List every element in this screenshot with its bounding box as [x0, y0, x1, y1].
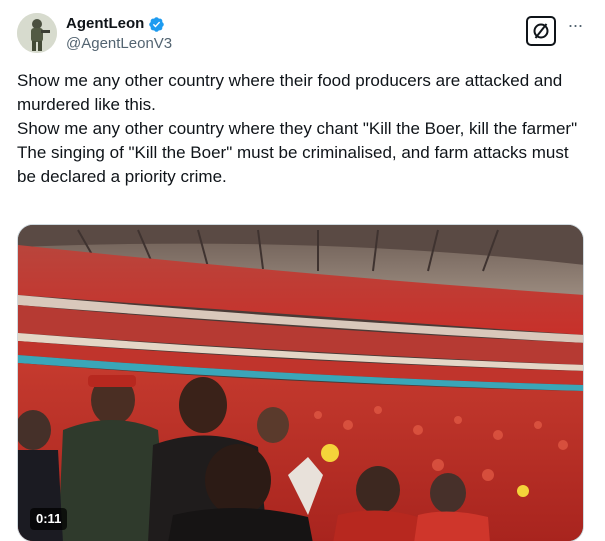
- video-thumbnail: [18, 225, 583, 541]
- avatar[interactable]: [17, 13, 57, 53]
- more-icon[interactable]: ···: [565, 16, 585, 40]
- author-name-row: AgentLeon: [66, 15, 165, 33]
- author-handle[interactable]: @AgentLeonV3: [66, 35, 172, 53]
- video-duration-badge: 0:11: [30, 508, 68, 530]
- tweet-text: Show me any other country where their fo…: [17, 69, 592, 189]
- video-player[interactable]: 0:11: [17, 224, 584, 541]
- tweet-line: The singing of "Kill the Boer" must be c…: [17, 143, 569, 186]
- tweet-line: Show me any other country where their fo…: [17, 71, 563, 114]
- verified-badge-icon: [148, 16, 165, 33]
- grok-button[interactable]: [526, 16, 556, 46]
- tweet-line: Show me any other country where they cha…: [17, 119, 578, 138]
- grok-icon: [533, 23, 549, 39]
- tweet-card: AgentLeon @AgentLeonV3 ··· Show me any o…: [0, 0, 605, 541]
- author-display-name[interactable]: AgentLeon: [66, 15, 144, 33]
